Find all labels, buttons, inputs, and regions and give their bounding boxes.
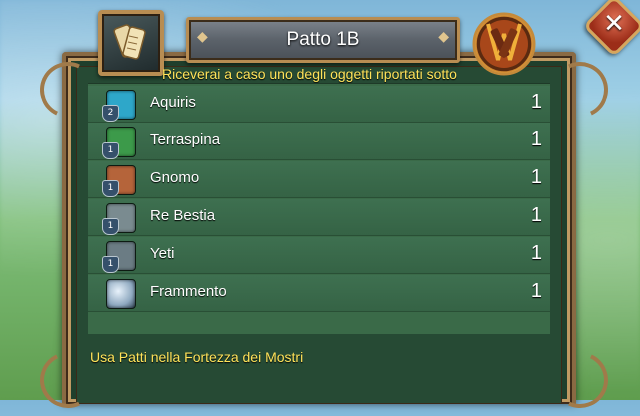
- list-item: Frammento 1: [88, 275, 550, 312]
- item-name: Frammento: [150, 283, 227, 300]
- item-count: 1: [530, 204, 542, 226]
- level-badge: 1: [102, 218, 119, 235]
- list-item: 1 Re Bestia 1: [88, 199, 550, 236]
- item-name: Terraspina: [150, 131, 221, 148]
- banner-right-ornament: ◆: [438, 29, 449, 45]
- item-count: 1: [530, 91, 542, 113]
- item-name: Re Bestia: [150, 207, 216, 224]
- level-badge: 1: [102, 256, 119, 273]
- banner-left-ornament: ◆: [197, 29, 208, 45]
- item-name: Yeti: [150, 245, 175, 262]
- item-count: 1: [530, 242, 542, 264]
- list-item: 2 Aquiris 1: [88, 86, 550, 123]
- list-item: 1 Gnomo 1: [88, 161, 550, 198]
- fragment-icon: [106, 279, 136, 309]
- item-count: 1: [530, 166, 542, 188]
- item-name: Gnomo: [150, 169, 200, 186]
- item-count: 1: [530, 128, 542, 150]
- dialog-title: Patto 1B: [286, 29, 360, 50]
- dialog-subtitle: Riceverai a caso uno degli oggetti ripor…: [162, 66, 457, 82]
- item-count: 1: [530, 280, 542, 302]
- scroll-emblem-icon: [458, 4, 550, 84]
- level-badge: 1: [102, 180, 119, 197]
- title-banner: ◆ Patto 1B ◆: [186, 17, 460, 63]
- list-item: 1 Yeti 1: [88, 237, 550, 274]
- level-badge: 2: [102, 105, 119, 122]
- reward-list: 2 Aquiris 1 1 Terraspina 1 1 Gnomo 1 1 R…: [88, 83, 550, 334]
- pact-scroll-icon: [98, 10, 164, 76]
- item-name: Aquiris: [150, 94, 196, 111]
- footer-hint: Usa Patti nella Fortezza dei Mostri: [90, 349, 304, 365]
- close-icon[interactable]: ✕: [592, 4, 636, 48]
- list-item: 1 Terraspina 1: [88, 123, 550, 160]
- level-badge: 1: [102, 142, 119, 159]
